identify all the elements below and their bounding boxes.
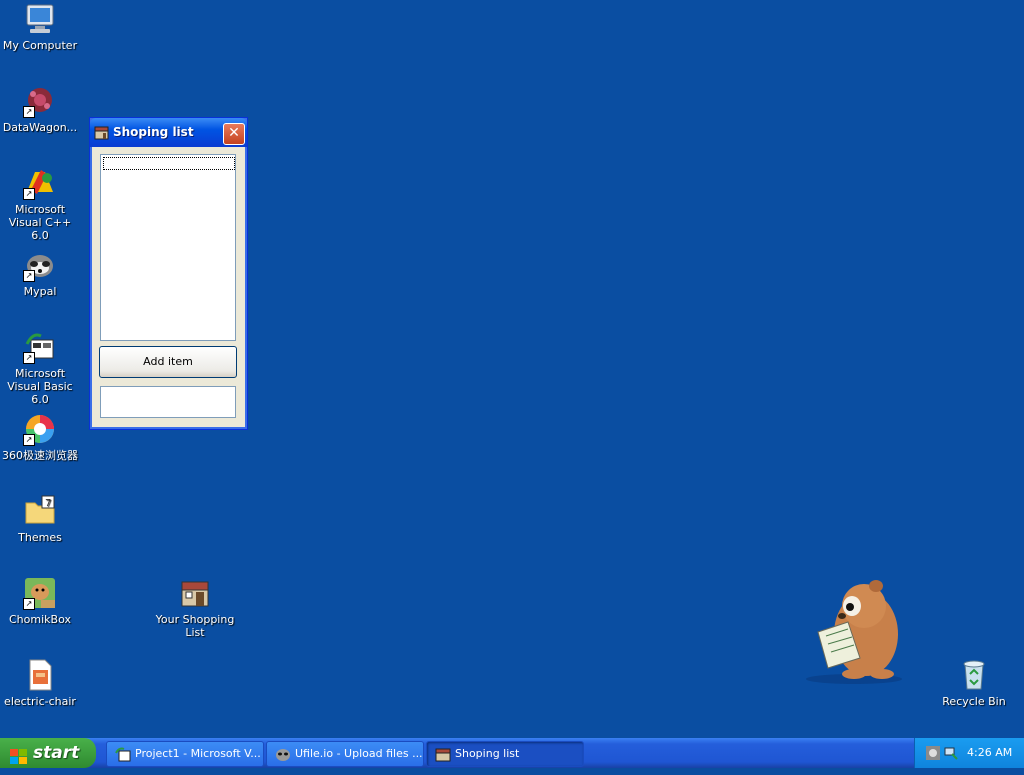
recycle-bin-icon [957, 658, 991, 692]
desktop-icon-themes[interactable]: 7 Themes [0, 494, 80, 544]
desktop-icon-chomikbox[interactable]: ↗ ChomikBox [0, 576, 80, 626]
desktop-icon-recycle-bin[interactable]: Recycle Bin [934, 658, 1014, 708]
tray-network-icon[interactable] [943, 745, 959, 761]
desktop-icon-label: Microsoft Visual Basic 6.0 [7, 367, 73, 406]
start-label: start [33, 743, 80, 763]
shopping-list-app-icon [178, 576, 212, 610]
window-titlebar[interactable]: Shoping list ✕ [90, 118, 247, 147]
desktop-icon-label: Themes [18, 531, 62, 544]
tray-app-icon[interactable] [925, 745, 941, 761]
shopping-listbox[interactable] [100, 154, 236, 341]
visual-cpp-icon: ↗ [23, 166, 57, 200]
chomikbox-icon: ↗ [23, 576, 57, 610]
taskbar-item-ufile[interactable]: Ufile.io - Upload files ... [266, 741, 424, 767]
close-button[interactable]: ✕ [223, 123, 245, 145]
clock: 4:26 AM [967, 746, 1013, 759]
desktop-icon-visual-basic[interactable]: ↗ Microsoft Visual Basic 6.0 [0, 330, 80, 406]
desktop-icon-label: DataWagon... [2, 121, 78, 134]
desktop-icon-360-browser[interactable]: ↗ 360极速浏览器 [0, 412, 80, 462]
visual-basic-icon: ↗ [23, 330, 57, 364]
visual-basic-task-icon [115, 746, 131, 762]
add-item-button[interactable]: Add item [99, 346, 237, 378]
window-title: Shoping list [113, 125, 194, 139]
datawagon-icon: ↗ [23, 84, 57, 118]
start-button[interactable]: start [0, 738, 96, 768]
desktop-icon-electric-chair[interactable]: electric-chair [0, 658, 80, 708]
shortcut-arrow-icon: ↗ [23, 188, 35, 200]
desktop-icon-label: Your Shopping List [155, 613, 235, 639]
shopping-list-window: Shoping list ✕ Add item [89, 117, 248, 430]
raccoon-task-icon [275, 746, 291, 762]
shortcut-arrow-icon: ↗ [23, 270, 35, 282]
desktop-icon-my-computer[interactable]: My Computer [0, 2, 80, 52]
shopping-list-task-icon [435, 746, 451, 762]
shortcut-arrow-icon: ↗ [23, 352, 35, 364]
desktop-icon-label: Mypal [23, 285, 57, 298]
windows-flag-icon [10, 745, 27, 764]
desktop-icon-your-shopping-list[interactable]: Your Shopping List [155, 576, 235, 639]
taskbar-item-label: Shoping list [455, 747, 520, 760]
shortcut-arrow-icon: ↗ [23, 434, 35, 446]
desktop-icon-visual-cpp[interactable]: ↗ Microsoft Visual C++ 6.0 [0, 166, 80, 242]
computer-icon [23, 2, 57, 36]
app-icon [94, 125, 109, 140]
folder-icon: 7 [23, 494, 57, 528]
raccoon-icon: ↗ [23, 248, 57, 282]
taskbar-item-label: Project1 - Microsoft V... [135, 747, 261, 760]
taskbar-item-project1[interactable]: Project1 - Microsoft V... [106, 741, 264, 767]
listbox-focus-rect [103, 157, 235, 170]
svg-text:7: 7 [45, 498, 51, 509]
desktop-icon-mypal[interactable]: ↗ Mypal [0, 248, 80, 298]
desktop-icon-label: Microsoft Visual C++ 6.0 [8, 203, 72, 242]
close-icon: ✕ [228, 125, 240, 141]
desktop-icon-label: My Computer [2, 39, 78, 52]
hamster-mascot [804, 574, 904, 684]
desktop-icon-label: 360极速浏览器 [2, 449, 78, 462]
item-input[interactable] [100, 386, 236, 418]
desktop-icon-datawagon[interactable]: ↗ DataWagon... [0, 84, 80, 134]
shortcut-arrow-icon: ↗ [23, 106, 35, 118]
taskbar-item-shoping-list[interactable]: Shoping list [426, 741, 584, 767]
desktop-icon-label: Recycle Bin [942, 695, 1006, 708]
360-browser-icon: ↗ [23, 412, 57, 446]
file-icon [23, 658, 57, 692]
desktop-icon-label: electric-chair [4, 695, 76, 708]
shortcut-arrow-icon: ↗ [23, 598, 35, 610]
desktop-icon-label: ChomikBox [9, 613, 71, 626]
taskbar: start Project1 - Microsoft V... Ufile.io… [0, 738, 1024, 768]
taskbar-item-label: Ufile.io - Upload files ... [295, 747, 423, 760]
system-tray: 4:26 AM [914, 738, 1024, 768]
